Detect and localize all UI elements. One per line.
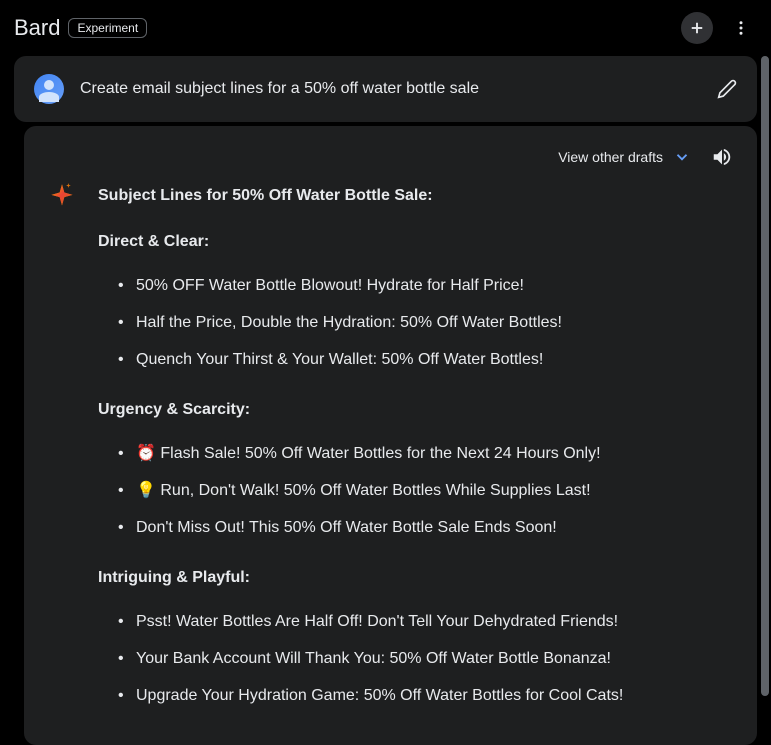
list-item: Psst! Water Bottles Are Half Off! Don't …	[118, 610, 733, 634]
experiment-badge: Experiment	[68, 18, 147, 38]
speaker-icon	[711, 146, 733, 168]
user-prompt-text: Create email subject lines for a 50% off…	[80, 80, 701, 98]
list-item: ⏰ Flash Sale! 50% Off Water Bottles for …	[118, 442, 733, 466]
user-avatar	[34, 74, 64, 104]
list-item: 💡 Run, Don't Walk! 50% Off Water Bottles…	[118, 479, 733, 503]
list-item: 50% OFF Water Bottle Blowout! Hydrate fo…	[118, 274, 733, 298]
read-aloud-button[interactable]	[711, 146, 733, 168]
subject-list: 50% OFF Water Bottle Blowout! Hydrate fo…	[98, 274, 733, 372]
subject-list: ⏰ Flash Sale! 50% Off Water Bottles for …	[98, 442, 733, 540]
conversation-area: Create email subject lines for a 50% off…	[0, 56, 771, 745]
app-header: Bard Experiment	[0, 0, 771, 56]
list-item: Your Bank Account Will Thank You: 50% Of…	[118, 647, 733, 671]
response-body: Subject Lines for 50% Off Water Bottle S…	[48, 184, 733, 721]
section-heading: Urgency & Scarcity:	[98, 398, 733, 422]
list-item: Quench Your Thirst & Your Wallet: 50% Of…	[118, 348, 733, 372]
list-item: Half the Price, Double the Hydration: 50…	[118, 311, 733, 335]
more-vertical-icon	[732, 19, 750, 37]
section-heading: Direct & Clear:	[98, 230, 733, 254]
bard-sparkle-icon	[48, 182, 76, 721]
new-chat-button[interactable]	[681, 12, 713, 44]
view-drafts-button[interactable]: View other drafts	[558, 148, 691, 166]
edit-prompt-button[interactable]	[717, 79, 737, 99]
section-heading: Intriguing & Playful:	[98, 566, 733, 590]
assistant-response: View other drafts	[24, 126, 757, 745]
list-item: Don't Miss Out! This 50% Off Water Bottl…	[118, 516, 733, 540]
response-toolbar: View other drafts	[48, 146, 733, 168]
pencil-icon	[717, 79, 737, 99]
plus-icon	[688, 19, 706, 37]
more-options-button[interactable]	[725, 12, 757, 44]
list-item: Upgrade Your Hydration Game: 50% Off Wat…	[118, 684, 733, 708]
header-left: Bard Experiment	[14, 15, 147, 41]
subject-list: Psst! Water Bottles Are Half Off! Don't …	[98, 610, 733, 708]
view-drafts-label: View other drafts	[558, 149, 663, 165]
user-message: Create email subject lines for a 50% off…	[14, 56, 757, 122]
chevron-down-icon	[673, 148, 691, 166]
response-title: Subject Lines for 50% Off Water Bottle S…	[98, 184, 733, 208]
response-content: Subject Lines for 50% Off Water Bottle S…	[98, 184, 733, 721]
header-right	[681, 12, 757, 44]
vertical-scrollbar[interactable]	[761, 56, 769, 696]
app-logo: Bard	[14, 15, 60, 41]
